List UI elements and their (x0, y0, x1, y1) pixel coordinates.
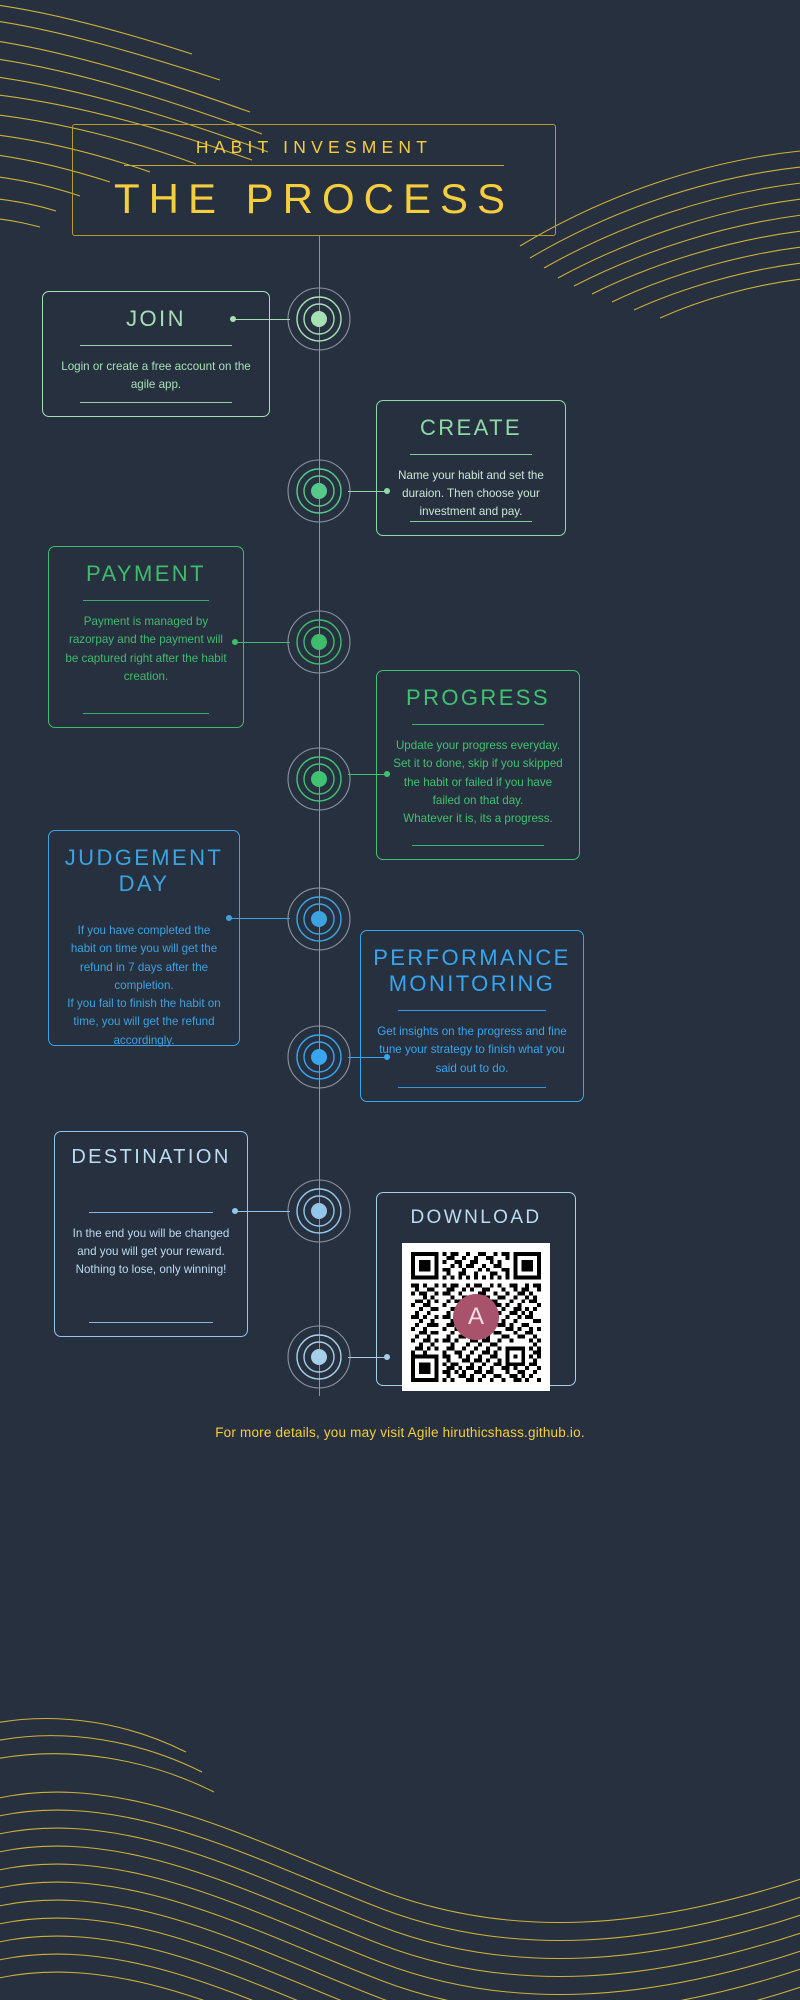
step-body-payment: Payment is managed by razorpay and the p… (65, 614, 227, 683)
qr-code[interactable]: A (402, 1243, 550, 1392)
step-divider-bottom-payment (82, 713, 210, 714)
step-divider-bottom-progress (411, 845, 545, 846)
step-divider-progress (411, 723, 545, 725)
step-title-destination: DESTINATION (71, 1146, 231, 1168)
page-title: THE PROCESS (113, 174, 515, 222)
step-divider-payment (82, 599, 210, 601)
step-title-download: DOWNLOAD (410, 1207, 542, 1228)
header-divider (124, 164, 504, 166)
step-divider-bottom-join (80, 402, 232, 403)
step-title-create: CREATE (419, 415, 522, 440)
step-divider-bottom-create (410, 521, 532, 522)
step-title-join: JOIN (126, 306, 186, 331)
step-card-judgement-day[interactable]: JUDGEMENT DAY If you have completed the … (48, 830, 240, 1047)
step-body-judgement-day: If you have completed the habit on time … (67, 923, 221, 1047)
step-title-payment: PAYMENT (86, 561, 206, 586)
step-body-create: Name your habit and set the duraion. The… (398, 468, 544, 519)
step-body-performance-monitoring: Get insights on the progress and fine tu… (377, 1024, 567, 1075)
step-body-join: Login or create a free account on the ag… (61, 359, 251, 392)
step-divider-bottom-destination (88, 1322, 214, 1323)
step-card-payment[interactable]: PAYMENT Payment is managed by razorpay a… (48, 546, 244, 728)
step-divider-destination (88, 1211, 214, 1213)
step-divider-create (410, 453, 532, 455)
step-divider-join (80, 344, 232, 346)
step-card-create[interactable]: CREATE Name your habit and set the durai… (376, 400, 566, 536)
step-divider-bottom-performance-monitoring (397, 1087, 547, 1088)
step-title-progress: PROGRESS (406, 685, 550, 710)
node-marker-progress (269, 729, 369, 829)
qr-center-badge: A (453, 1294, 499, 1341)
step-card-join[interactable]: JOIN Login or create a free account on t… (42, 291, 270, 417)
step-body-destination: In the end you will be changed and you w… (72, 1226, 230, 1277)
header-kicker: HABIT INVESMENT (195, 136, 433, 157)
step-divider-performance-monitoring (397, 1009, 547, 1011)
step-body-progress: Update your progress everyday. Set it to… (393, 738, 563, 826)
step-title-judgement-day: JUDGEMENT DAY (64, 845, 224, 896)
header-box: HABIT INVESMENT THE PROCESS (72, 124, 556, 236)
step-card-performance-monitoring[interactable]: PERFORMANCE MONITORING Get insights on t… (360, 930, 584, 1102)
footer-note: For more details, you may visit Agile hi… (215, 1425, 585, 1440)
step-card-destination[interactable]: DESTINATION In the end you will be chang… (54, 1131, 248, 1337)
step-card-progress[interactable]: PROGRESS Update your progress everyday. … (376, 670, 580, 860)
step-card-download[interactable]: DOWNLOAD A (376, 1192, 576, 1392)
step-title-performance-monitoring: PERFORMANCE MONITORING (373, 945, 571, 996)
